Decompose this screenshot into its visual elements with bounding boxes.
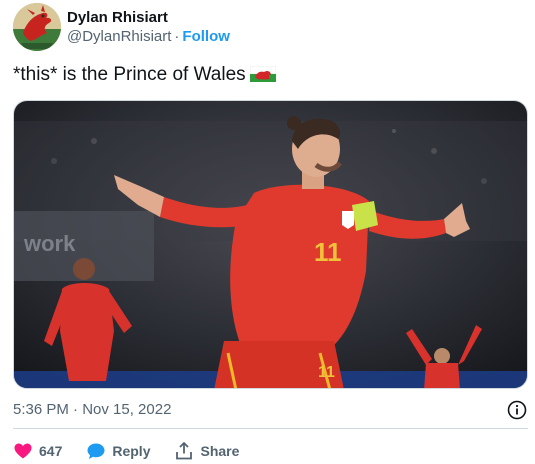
reply-button[interactable]: Reply xyxy=(86,441,150,461)
share-button[interactable]: Share xyxy=(174,441,239,461)
display-name[interactable]: Dylan Rhisiart xyxy=(67,9,230,27)
dragon-avatar-icon xyxy=(13,3,61,51)
share-icon xyxy=(176,442,193,460)
tweet-text: *this* is the Prince of Wales xyxy=(13,63,276,89)
info-icon[interactable] xyxy=(507,400,527,420)
like-button[interactable]: 647 xyxy=(13,441,62,461)
follow-button[interactable]: Follow xyxy=(182,28,230,45)
divider xyxy=(13,428,528,429)
tweet-text-content: *this* is the Prince of Wales xyxy=(13,64,246,85)
author-block: Dylan Rhisiart @DylanRhisiart · Follow xyxy=(67,9,230,46)
action-bar: 647 Reply Share xyxy=(13,440,263,462)
handle-row: @DylanRhisiart · Follow xyxy=(67,28,230,46)
share-label: Share xyxy=(200,443,240,459)
heart-icon xyxy=(14,443,32,459)
reply-label: Reply xyxy=(112,443,151,459)
reply-bubble-icon xyxy=(87,443,105,459)
tweet-timestamp[interactable]: 5:36 PM · Nov 15, 2022 xyxy=(13,400,171,420)
footballer-celebrating-photo: work 11 11 xyxy=(14,101,527,388)
shorts-number: 11 xyxy=(318,364,335,381)
tweet-card: Dylan Rhisiart @DylanRhisiart · Follow *th… xyxy=(0,0,535,464)
handle[interactable]: @DylanRhisiart xyxy=(67,28,171,45)
media-photo[interactable]: work 11 11 xyxy=(13,100,528,389)
svg-text:work: work xyxy=(23,231,76,256)
jersey-number: 11 xyxy=(314,237,342,267)
separator-dot: · xyxy=(174,28,180,45)
wales-flag-icon xyxy=(249,65,276,89)
avatar[interactable] xyxy=(13,3,61,51)
like-count: 647 xyxy=(39,443,63,459)
